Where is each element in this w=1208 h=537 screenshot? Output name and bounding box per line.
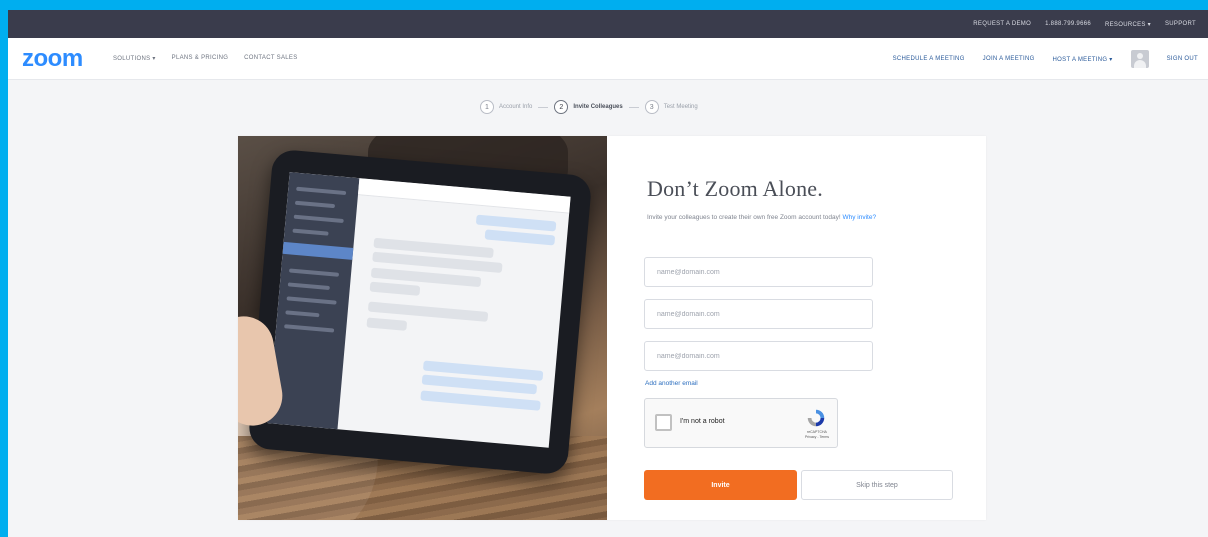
email-field-2[interactable] [644, 299, 873, 329]
recaptcha-label: I'm not a robot [680, 418, 725, 425]
step-number: 1 [480, 100, 494, 114]
step-divider [628, 106, 639, 108]
sidebar-line [285, 310, 320, 318]
recaptcha-brand: reCAPTCHA Privacy - Terms [805, 430, 829, 440]
sign-out-link[interactable]: SIGN OUT [1167, 56, 1198, 62]
sidebar-line [294, 200, 336, 209]
chat-bubble [369, 281, 421, 296]
email-field-3[interactable] [644, 341, 873, 371]
contact-sales-link[interactable]: CONTACT SALES [244, 55, 297, 62]
step-number: 2 [554, 100, 569, 114]
add-email-link[interactable]: Add another email [645, 380, 698, 387]
step-divider [538, 106, 549, 108]
zoom-logo[interactable]: zoom [22, 47, 83, 71]
sidebar-line [292, 228, 329, 236]
chat-bubble [420, 390, 541, 411]
step-label: Account Info [499, 104, 533, 110]
sidebar-line [288, 268, 340, 277]
form-subtitle: Invite your colleagues to create their o… [647, 214, 876, 221]
invite-button[interactable]: Invite [644, 470, 797, 500]
recaptcha-terms[interactable]: Privacy - Terms [805, 435, 829, 440]
subtitle-text: Invite your colleagues to create their o… [647, 214, 841, 221]
solutions-menu[interactable]: SOLUTIONS ▾ [113, 55, 156, 62]
schedule-meeting-link[interactable]: SCHEDULE A MEETING [893, 56, 965, 62]
page-title: Don’t Zoom Alone. [647, 176, 823, 201]
tablet-screen [267, 172, 571, 448]
invite-form: Don’t Zoom Alone. Invite your colleagues… [607, 136, 986, 520]
browser-viewport: REQUEST A DEMO 1.888.799.9666 RESOURCES … [8, 10, 1208, 537]
signup-stepper: 1 Account Info 2 Invite Colleagues 3 Tes… [480, 100, 698, 114]
plans-pricing-link[interactable]: PLANS & PRICING [172, 55, 229, 62]
support-link[interactable]: SUPPORT [1165, 21, 1196, 27]
sidebar-selected-row [282, 241, 354, 260]
step-label: Invite Colleagues [573, 104, 623, 110]
sidebar-line [287, 282, 330, 291]
main-nav: zoom SOLUTIONS ▾ PLANS & PRICING CONTACT… [8, 38, 1208, 80]
recaptcha-checkbox[interactable] [655, 414, 672, 431]
sidebar-line [296, 186, 347, 196]
request-demo-link[interactable]: REQUEST A DEMO [973, 21, 1031, 27]
sidebar-line [284, 324, 335, 333]
sidebar-line [286, 296, 337, 305]
phone-link[interactable]: 1.888.799.9666 [1045, 21, 1091, 27]
sidebar-line [293, 214, 344, 223]
tablet-photo [238, 136, 607, 520]
tablet-device [247, 148, 593, 476]
host-meeting-menu[interactable]: HOST A MEETING ▾ [1053, 56, 1113, 63]
email-field-1[interactable] [644, 257, 873, 287]
join-meeting-link[interactable]: JOIN A MEETING [983, 56, 1035, 62]
utility-bar: REQUEST A DEMO 1.888.799.9666 RESOURCES … [8, 10, 1208, 38]
chat-bubble [366, 317, 408, 331]
step-invite-colleagues: 2 Invite Colleagues [554, 100, 623, 114]
step-label: Test Meeting [663, 104, 698, 110]
chat-header [357, 178, 571, 214]
step-test-meeting: 3 Test Meeting [644, 100, 698, 114]
nav-right-menu: SCHEDULE A MEETING JOIN A MEETING HOST A… [893, 50, 1198, 68]
recaptcha-icon [807, 409, 825, 427]
invite-card: Don’t Zoom Alone. Invite your colleagues… [238, 136, 986, 520]
recaptcha-widget: I'm not a robot reCAPTCHA Privacy - Term… [644, 398, 838, 448]
chat-bubble [484, 229, 556, 246]
resources-menu[interactable]: RESOURCES ▾ [1105, 21, 1151, 28]
skip-step-button[interactable]: Skip this step [801, 470, 953, 500]
why-invite-link[interactable]: Why invite? [842, 214, 876, 221]
step-number: 3 [644, 100, 659, 114]
nav-left-menu: SOLUTIONS ▾ PLANS & PRICING CONTACT SALE… [113, 55, 298, 62]
avatar[interactable] [1130, 50, 1149, 68]
step-account-info: 1 Account Info [480, 100, 532, 114]
